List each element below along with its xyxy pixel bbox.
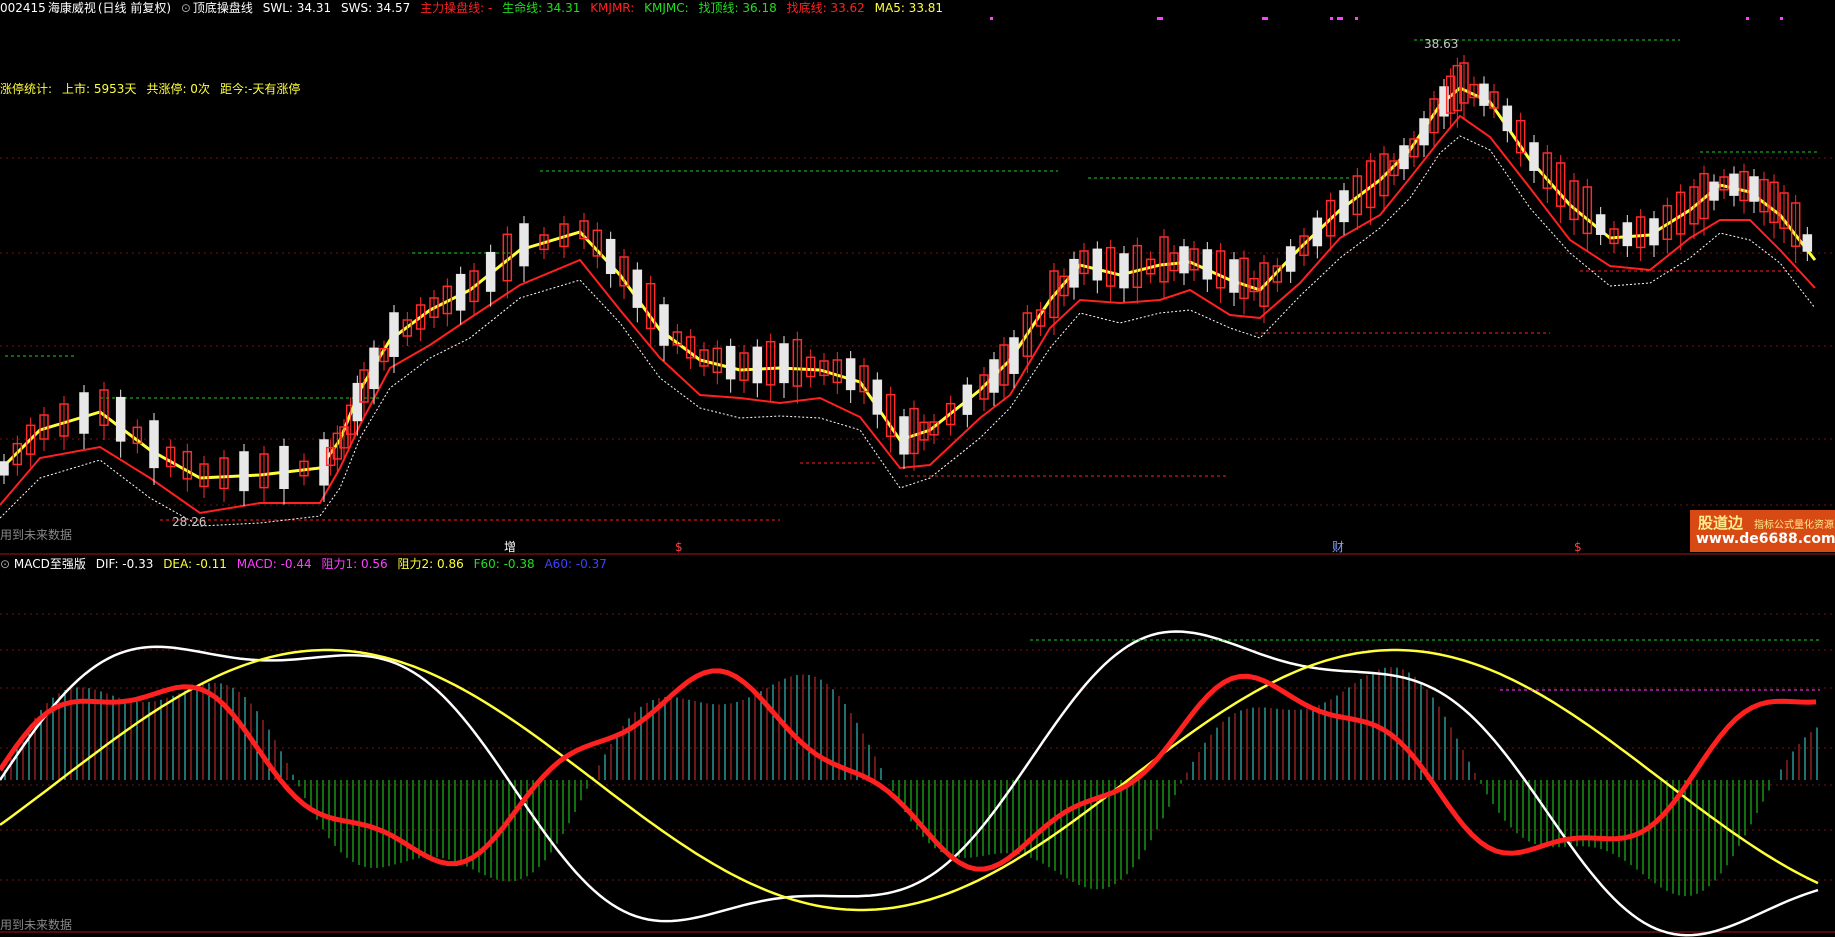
macd-collapse-icon[interactable]: ⊙ <box>0 557 10 571</box>
dif-value: DIF: -0.33 <box>95 557 154 571</box>
watermark-brand: 股道边 <box>1698 514 1744 532</box>
a60-value: A60: -0.37 <box>544 557 607 571</box>
limit-up-stats: 涨停统计: 上市: 5953天 共涨停: 0次 距今:-天有涨停 <box>0 81 300 97</box>
kmjmr-value: KMJMR: <box>590 1 635 15</box>
dea-value: DEA: -0.11 <box>163 557 227 571</box>
period-label: (日线 前复权) <box>97 1 172 15</box>
event-marker-finance[interactable]: 财 <box>1332 539 1344 555</box>
collapse-icon[interactable]: ⊙ <box>181 1 191 15</box>
watermark-url: www.de6688.com <box>1696 531 1835 547</box>
f60-value: F60: -0.38 <box>473 557 535 571</box>
limit-count: 共涨停: 0次 <box>146 82 210 96</box>
r2-value: 阻力2: 0.86 <box>397 557 464 571</box>
future-data-warning-lower: 用到未来数据 <box>0 918 73 932</box>
listed-days: 上市: 5953天 <box>62 82 137 96</box>
stock-code: 002415 <box>0 1 46 15</box>
dea-line <box>0 648 1819 912</box>
watermark-tagline: 指标公式量化资源 <box>1754 520 1834 531</box>
event-marker-add[interactable]: 增 <box>504 539 516 555</box>
event-marker-dividend-2[interactable]: $ <box>1574 539 1582 555</box>
future-data-warning-upper: 用到未来数据 <box>0 528 73 542</box>
limit-stats-label: 涨停统计: <box>0 82 53 96</box>
macd-name[interactable]: MACD至强版 <box>14 557 86 571</box>
swl-value: SWL: 34.31 <box>262 1 332 15</box>
stock-name: 海康威视 <box>47 1 96 15</box>
indicator-name[interactable]: 顶底操盘线 <box>193 1 253 15</box>
indicator-header: 002415 海康威视 (日线 前复权) ⊙ 顶底操盘线 SWL: 34.31 SWS… <box>0 0 949 16</box>
sws-value: SWS: 34.57 <box>340 1 411 15</box>
ma5-value: MA5: 33.81 <box>874 1 944 15</box>
low-price-label: 28.26 <box>172 515 207 529</box>
bottom-line-value: 找底线: 33.62 <box>786 1 865 15</box>
high-price-label: 38.63 <box>1424 37 1459 51</box>
dif-line <box>0 630 1819 937</box>
macd-header: ⊙ MACD至强版 DIF: -0.33 DEA: -0.11 MACD: -0… <box>0 556 607 572</box>
top-line-value: 找顶线: 36.18 <box>698 1 777 15</box>
life-line-value: 生命线: 34.31 <box>502 1 581 15</box>
macd-chart[interactable] <box>0 0 1835 937</box>
watermark-logo: 股道边 指标公式量化资源 www.de6688.com <box>1690 510 1835 552</box>
kmjmc-value: KMJMC: <box>644 1 689 15</box>
event-marker-dividend[interactable]: $ <box>675 539 683 555</box>
macd-value: MACD: -0.44 <box>236 557 312 571</box>
main-line-value: 主力操盘线: - <box>420 1 493 15</box>
limit-since: 距今:-天有涨停 <box>219 82 301 96</box>
strength-band <box>0 668 1817 872</box>
r1-value: 阻力1: 0.56 <box>321 557 388 571</box>
